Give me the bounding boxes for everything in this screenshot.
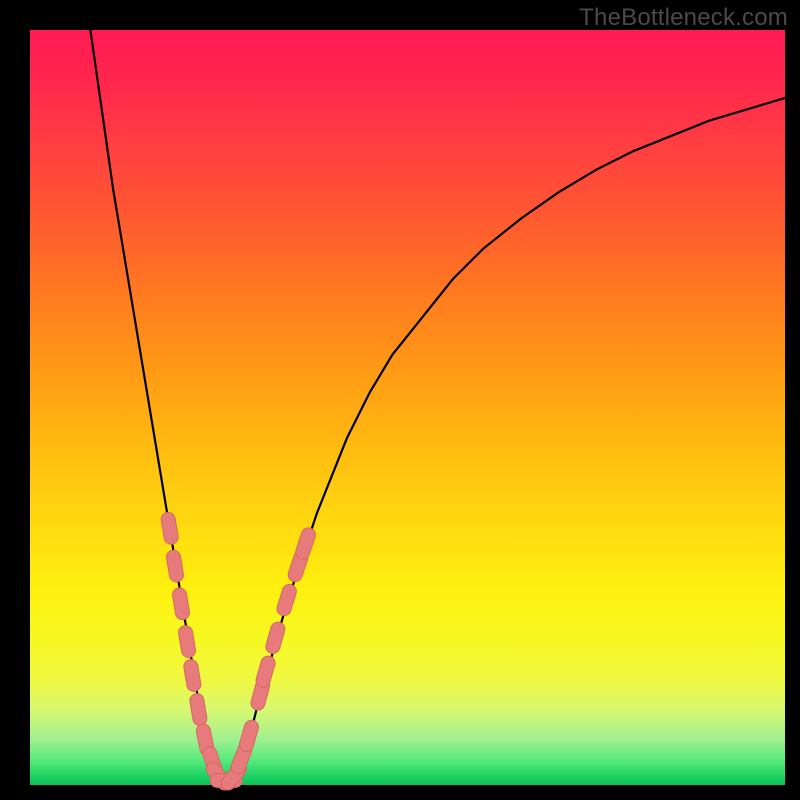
marker-point <box>173 557 176 575</box>
marker-point <box>197 701 200 719</box>
marker-point <box>238 750 245 767</box>
marker-point <box>186 633 189 651</box>
marker-point <box>273 629 278 646</box>
marker-point <box>191 667 194 685</box>
marker-point <box>203 731 207 749</box>
chart-frame: TheBottleneck.com <box>0 0 800 800</box>
marker-point <box>263 663 268 680</box>
marker-point <box>168 519 171 537</box>
marker-point <box>246 727 251 744</box>
marker-point <box>284 591 289 608</box>
marker-point <box>295 558 301 575</box>
plot-area <box>30 30 785 785</box>
marker-point <box>258 686 263 703</box>
curve-markers <box>168 519 308 783</box>
marker-point <box>303 535 309 552</box>
watermark-text: TheBottleneck.com <box>579 4 788 32</box>
marker-point <box>180 595 183 613</box>
curve-svg <box>30 30 785 785</box>
